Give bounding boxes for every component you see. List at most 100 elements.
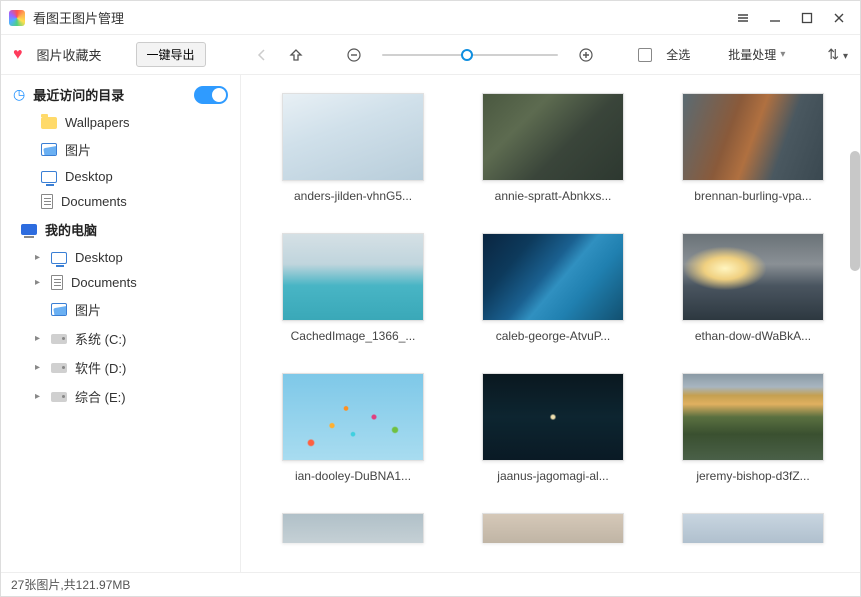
drive-icon bbox=[51, 392, 67, 402]
chevron-down-icon: ▾ bbox=[780, 49, 785, 60]
toolbar: ♥ 图片收藏夹 一键导出 全选 批量处理 ▾ ⇅ ▾ bbox=[1, 35, 860, 75]
file-name: anders-jilden-vhnG5... bbox=[282, 189, 424, 203]
monitor-icon bbox=[41, 171, 57, 183]
titlebar: 看图王图片管理 bbox=[1, 1, 860, 35]
file-item[interactable] bbox=[273, 513, 433, 543]
document-icon bbox=[41, 194, 53, 209]
file-item[interactable]: brennan-burling-vpa... bbox=[673, 93, 833, 203]
file-item[interactable]: ethan-dow-dWaBkA... bbox=[673, 233, 833, 343]
status-text: 27张图片,共121.97MB bbox=[11, 576, 130, 593]
file-item[interactable] bbox=[673, 513, 833, 543]
file-item[interactable] bbox=[473, 513, 633, 543]
file-item[interactable]: jaanus-jagomagi-al... bbox=[473, 373, 633, 483]
file-name: jeremy-bishop-d3fZ... bbox=[682, 469, 824, 483]
file-name: CachedImage_1366_... bbox=[282, 329, 424, 343]
drive-icon bbox=[51, 334, 67, 344]
sidebar: ◷ 最近访问的目录 Wallpapers 图片 Desktop Document… bbox=[1, 75, 241, 572]
file-name: caleb-george-AtvuP... bbox=[482, 329, 624, 343]
app-icon bbox=[9, 10, 25, 26]
sidebar-item-wallpapers[interactable]: Wallpapers bbox=[1, 110, 240, 135]
drive-icon bbox=[51, 363, 67, 373]
thumbnail bbox=[282, 373, 424, 461]
thumbnail bbox=[682, 93, 824, 181]
folder-icon bbox=[41, 117, 57, 129]
sidebar-item-desktop[interactable]: Desktop bbox=[1, 164, 240, 189]
file-name: ian-dooley-DuBNA1... bbox=[282, 469, 424, 483]
sidebar-item-documents[interactable]: Documents bbox=[1, 189, 240, 214]
picture-icon bbox=[51, 303, 67, 316]
thumbnail bbox=[482, 93, 624, 181]
pc-icon bbox=[21, 224, 37, 235]
file-item[interactable]: jeremy-bishop-d3fZ... bbox=[673, 373, 833, 483]
file-name: brennan-burling-vpa... bbox=[682, 189, 824, 203]
heart-icon: ♥ bbox=[13, 46, 23, 64]
sidebar-item-pictures[interactable]: 图片 bbox=[1, 135, 240, 164]
zoom-out-button[interactable] bbox=[344, 45, 364, 65]
zoom-in-button[interactable] bbox=[576, 45, 596, 65]
recent-toggle[interactable] bbox=[194, 86, 228, 104]
sidebar-item-label: 系统 (C:) bbox=[75, 329, 126, 348]
sidebar-item-label: 综合 (E:) bbox=[75, 387, 126, 406]
recent-section-header: ◷ 最近访问的目录 bbox=[1, 79, 240, 110]
file-name: annie-spratt-Abnkxs... bbox=[482, 189, 624, 203]
sort-button[interactable]: ⇅ ▾ bbox=[827, 46, 848, 63]
minimize-button[interactable] bbox=[768, 11, 782, 25]
clock-icon: ◷ bbox=[13, 86, 25, 103]
thumbnail bbox=[682, 233, 824, 321]
up-button[interactable] bbox=[286, 45, 306, 65]
menu-button[interactable] bbox=[736, 11, 750, 25]
file-item[interactable]: caleb-george-AtvuP... bbox=[473, 233, 633, 343]
scrollbar[interactable] bbox=[850, 151, 860, 271]
thumbnail bbox=[682, 513, 824, 543]
thumbnail bbox=[282, 233, 424, 321]
file-item[interactable]: annie-spratt-Abnkxs... bbox=[473, 93, 633, 203]
expand-icon[interactable]: ▸ bbox=[35, 252, 43, 263]
sidebar-item-drive-e[interactable]: ▸ 综合 (E:) bbox=[1, 382, 240, 411]
thumbnail bbox=[482, 233, 624, 321]
sidebar-item-drive-c[interactable]: ▸ 系统 (C:) bbox=[1, 324, 240, 353]
sidebar-item-mypc-pictures[interactable]: ▸图片 bbox=[1, 295, 240, 324]
sidebar-item-label: 图片 bbox=[75, 300, 101, 319]
file-item[interactable]: anders-jilden-vhnG5... bbox=[273, 93, 433, 203]
statusbar: 27张图片,共121.97MB bbox=[1, 572, 860, 596]
mypc-section-header[interactable]: 我的电脑 bbox=[1, 214, 240, 245]
select-all-label[interactable]: 全选 bbox=[666, 46, 690, 63]
thumbnail bbox=[482, 513, 624, 543]
thumbnail bbox=[282, 93, 424, 181]
expand-icon[interactable]: ▸ bbox=[35, 362, 43, 373]
back-button[interactable] bbox=[252, 45, 272, 65]
window-title: 看图王图片管理 bbox=[33, 8, 124, 27]
thumbnail bbox=[282, 513, 424, 543]
maximize-button[interactable] bbox=[800, 11, 814, 25]
thumbnail bbox=[682, 373, 824, 461]
sidebar-item-label: 软件 (D:) bbox=[75, 358, 126, 377]
file-name: ethan-dow-dWaBkA... bbox=[682, 329, 824, 343]
sidebar-item-mypc-documents[interactable]: ▸ Documents bbox=[1, 270, 240, 295]
select-all-checkbox[interactable] bbox=[638, 48, 652, 62]
favorites-label[interactable]: 图片收藏夹 bbox=[37, 45, 102, 64]
expand-icon[interactable]: ▸ bbox=[35, 391, 43, 402]
sidebar-item-label: 图片 bbox=[65, 140, 91, 159]
mypc-header-label: 我的电脑 bbox=[45, 220, 97, 239]
batch-label: 批量处理 bbox=[728, 46, 776, 63]
sidebar-item-label: Documents bbox=[71, 275, 137, 290]
expand-icon[interactable]: ▸ bbox=[35, 333, 43, 344]
thumbnail bbox=[482, 373, 624, 461]
thumbnail-grid: anders-jilden-vhnG5... annie-spratt-Abnk… bbox=[241, 75, 860, 572]
picture-icon bbox=[41, 143, 57, 156]
monitor-icon bbox=[51, 252, 67, 264]
slider-thumb[interactable] bbox=[461, 49, 473, 61]
export-button[interactable]: 一键导出 bbox=[136, 42, 206, 67]
sidebar-item-drive-d[interactable]: ▸ 软件 (D:) bbox=[1, 353, 240, 382]
document-icon bbox=[51, 275, 63, 290]
batch-dropdown[interactable]: 批量处理 ▾ bbox=[728, 46, 785, 63]
file-item[interactable]: CachedImage_1366_... bbox=[273, 233, 433, 343]
sidebar-item-label: Desktop bbox=[75, 250, 123, 265]
close-button[interactable] bbox=[832, 11, 846, 25]
sidebar-item-mypc-desktop[interactable]: ▸ Desktop bbox=[1, 245, 240, 270]
zoom-slider[interactable] bbox=[378, 54, 563, 56]
file-item[interactable]: ian-dooley-DuBNA1... bbox=[273, 373, 433, 483]
expand-icon[interactable]: ▸ bbox=[35, 277, 43, 288]
recent-header-label: 最近访问的目录 bbox=[33, 85, 124, 104]
file-name: jaanus-jagomagi-al... bbox=[482, 469, 624, 483]
